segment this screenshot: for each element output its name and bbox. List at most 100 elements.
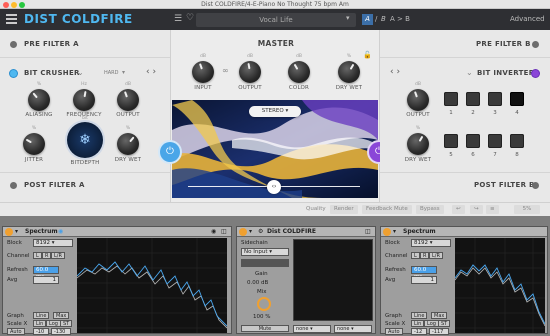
library-icon[interactable]: ☰: [174, 14, 182, 24]
bitdepth-knob[interactable]: ❄: [67, 122, 103, 158]
spectrum-a-display[interactable]: [76, 238, 228, 333]
db-range-high[interactable]: -117: [429, 328, 449, 335]
scale-st-button[interactable]: ST: [60, 320, 73, 327]
bit-pad-1[interactable]: [444, 92, 458, 106]
device-menu-icon[interactable]: ◫: [365, 227, 371, 237]
auto-button[interactable]: Auto: [7, 328, 25, 335]
bit-crusher-power[interactable]: [10, 70, 17, 77]
module-nav-arrows[interactable]: ‹ ›: [146, 67, 156, 77]
chevron-down-icon[interactable]: ⌄: [77, 68, 84, 77]
master-input-knob[interactable]: [192, 61, 214, 83]
macro-select-2[interactable]: none ▾: [334, 325, 372, 333]
db-range-high[interactable]: -130: [51, 328, 71, 335]
post-filter-b-toggle[interactable]: [532, 182, 539, 189]
coldfire-plugin-view[interactable]: [293, 239, 373, 321]
bit-crusher-power-button[interactable]: ⏻: [160, 142, 180, 162]
block-select[interactable]: 8192 ▾: [411, 239, 451, 247]
scale-log-button[interactable]: Log: [424, 320, 439, 327]
heart-icon[interactable]: ♡: [186, 13, 194, 23]
bit-inverter-power[interactable]: [532, 70, 539, 77]
avg-field[interactable]: 1: [411, 276, 437, 284]
macro-select-1[interactable]: none ▾: [293, 325, 331, 333]
graph-line-button[interactable]: Line: [411, 312, 428, 319]
ab-copy-button[interactable]: A > B: [390, 15, 410, 23]
pre-filter-a-toggle[interactable]: [10, 41, 17, 48]
minimize-window-button[interactable]: [11, 1, 17, 8]
block-select[interactable]: 8192 ▾: [33, 239, 73, 247]
master-dry-wet-knob[interactable]: [338, 61, 360, 83]
scale-log-button[interactable]: Log: [46, 320, 61, 327]
close-window-button[interactable]: [3, 1, 9, 8]
master-output-knob[interactable]: [239, 61, 261, 83]
hot-swap-icon[interactable]: ◉: [58, 227, 63, 237]
device-power-icon[interactable]: [239, 228, 247, 236]
inverter-dry-wet-knob[interactable]: [407, 133, 429, 155]
preset-selector[interactable]: Vocal Life: [196, 13, 356, 27]
post-filter-b-label[interactable]: POST FILTER B: [474, 181, 535, 189]
bit-pad-8[interactable]: [510, 134, 524, 148]
bit-pad-2[interactable]: [466, 92, 480, 106]
device-power-icon[interactable]: [383, 228, 391, 236]
chevron-down-icon[interactable]: ▾: [346, 14, 350, 22]
zoom-window-button[interactable]: [19, 1, 25, 8]
undo-button[interactable]: ↩: [452, 205, 465, 214]
pre-filter-b-toggle[interactable]: [532, 41, 539, 48]
channel-l-button[interactable]: L: [33, 252, 42, 259]
link-icon[interactable]: ∞: [222, 66, 229, 75]
fold-icon[interactable]: ▾: [393, 227, 396, 237]
pre-filter-a-label[interactable]: PRE FILTER A: [24, 40, 79, 48]
ab-b-button[interactable]: B: [381, 15, 386, 23]
refresh-field[interactable]: 60.0 ms: [33, 266, 59, 280]
channel-lr-button[interactable]: L/R: [429, 252, 443, 259]
dry-wet-knob[interactable]: [117, 133, 139, 155]
mix-knob[interactable]: [257, 297, 271, 311]
output-knob[interactable]: [117, 89, 139, 111]
chevron-down-icon[interactable]: ▾: [122, 69, 125, 76]
scale-lin-button[interactable]: Lin: [411, 320, 425, 327]
bit-pad-5[interactable]: [444, 134, 458, 148]
bypass-button[interactable]: Bypass: [416, 205, 444, 214]
refresh-field[interactable]: 60.0 ms: [411, 266, 437, 280]
ab-a-button[interactable]: A: [362, 14, 373, 25]
graph-line-button[interactable]: Line: [33, 312, 50, 319]
channel-lr-button[interactable]: L/R: [51, 252, 65, 259]
fold-icon[interactable]: ▾: [249, 227, 252, 237]
aliasing-knob[interactable]: [28, 89, 50, 111]
module-nav-arrows[interactable]: ‹ ›: [390, 67, 400, 77]
auto-button[interactable]: Auto: [385, 328, 403, 335]
graph-max-button[interactable]: Max: [431, 312, 448, 319]
settings-button[interactable]: ≡: [486, 205, 499, 214]
render-button[interactable]: Render: [330, 205, 358, 214]
avg-field[interactable]: 1: [33, 276, 59, 284]
save-preset-icon[interactable]: ◉: [211, 227, 216, 237]
mute-button[interactable]: Mute: [241, 325, 289, 332]
bit-pad-3[interactable]: [488, 92, 502, 106]
fold-icon[interactable]: ▾: [15, 227, 18, 237]
stereo-selector[interactable]: STEREO ▾: [249, 106, 301, 117]
wrench-icon[interactable]: ⚙: [258, 227, 263, 237]
spectrum-b-display[interactable]: [454, 238, 546, 333]
db-range-low[interactable]: -12: [411, 328, 427, 335]
post-filter-a-toggle[interactable]: [10, 182, 17, 189]
db-range-low[interactable]: -10: [33, 328, 49, 335]
jitter-knob[interactable]: [23, 133, 45, 155]
bit-pad-6[interactable]: [466, 134, 480, 148]
pre-filter-b-label[interactable]: PRE FILTER B: [476, 40, 531, 48]
advanced-button[interactable]: Advanced: [510, 15, 545, 23]
scale-st-button[interactable]: ST: [438, 320, 451, 327]
chevron-down-icon[interactable]: ⌄: [466, 68, 473, 77]
scale-lin-button[interactable]: Lin: [33, 320, 47, 327]
sidechain-input-select[interactable]: No Input ▾: [241, 248, 289, 256]
feedback-mute-button[interactable]: Feedback Mute: [362, 205, 412, 214]
gain-value[interactable]: 0.00 dB: [247, 280, 268, 286]
device-power-icon[interactable]: [5, 228, 13, 236]
mix-slider-handle[interactable]: ‹›: [267, 180, 281, 194]
post-filter-a-label[interactable]: POST FILTER A: [24, 181, 85, 189]
bit-pad-4[interactable]: [510, 92, 524, 106]
master-color-knob[interactable]: [288, 61, 310, 83]
zoom-value[interactable]: 5%: [514, 205, 540, 214]
frequency-knob[interactable]: [73, 89, 95, 111]
inverter-output-knob[interactable]: [407, 89, 429, 111]
graph-max-button[interactable]: Max: [53, 312, 70, 319]
lock-icon[interactable]: 🔓: [363, 51, 372, 59]
